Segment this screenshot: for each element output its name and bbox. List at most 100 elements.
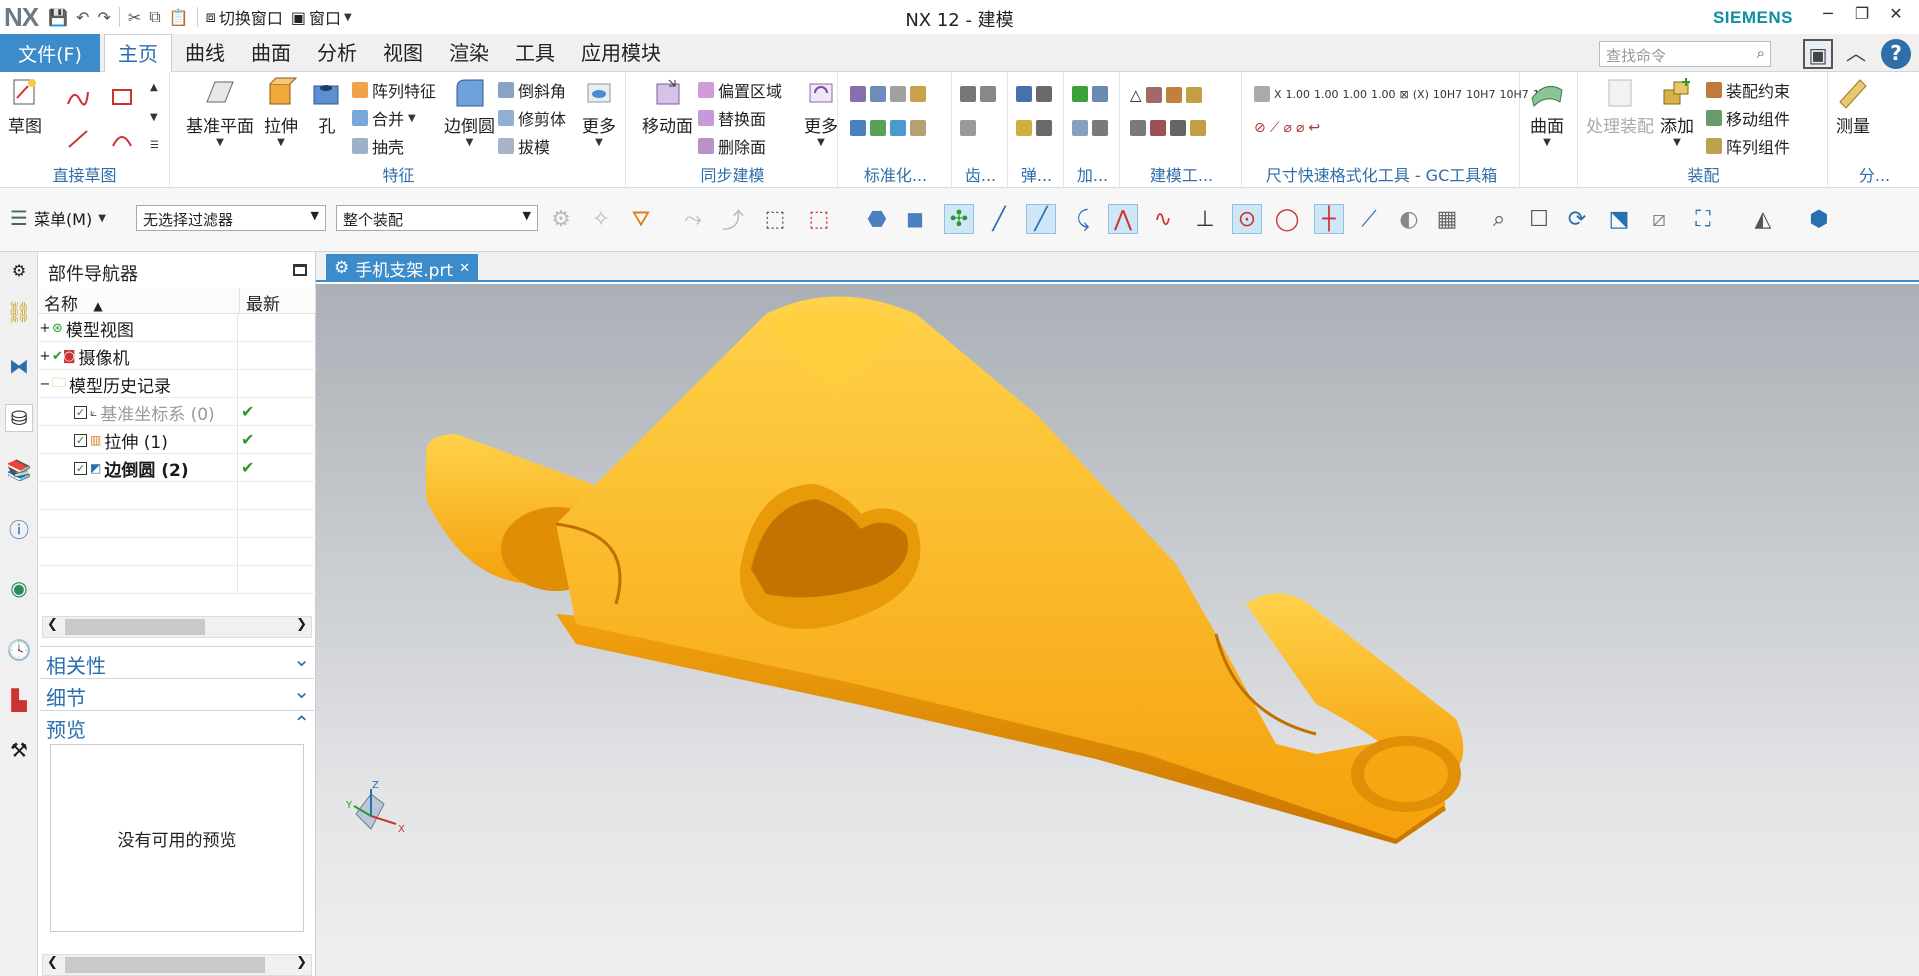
add-icon[interactable] (1072, 120, 1108, 136)
spring-icon[interactable] (1016, 86, 1052, 102)
redo-icon[interactable]: ↷ (97, 8, 110, 27)
settings-icon[interactable]: ⚙ (5, 256, 33, 284)
tab-home[interactable]: 主页 (104, 34, 172, 73)
view-cube-icon[interactable]: ⬢ (1804, 204, 1834, 234)
visibility-checkbox[interactable]: ✓ (74, 405, 87, 419)
tab-surface[interactable]: 曲面 (238, 34, 304, 72)
selection-scope-dropdown[interactable]: 整个装配 ▼ (336, 205, 538, 231)
sketch-button[interactable]: 草图 (8, 76, 42, 137)
add-icon[interactable] (1072, 86, 1108, 102)
feature-more-button[interactable]: 更多 ▼ (582, 76, 616, 148)
process-assembly-button[interactable]: 处理装配 (1586, 76, 1654, 137)
window-menu-button[interactable]: ▣ 窗口 ▼ (291, 5, 352, 29)
edge-blend-button[interactable]: 边倒圆 ▼ (444, 76, 495, 148)
select-icon[interactable]: ⚙ (546, 204, 576, 234)
tree-row-edge-blend[interactable]: ✓ ◩ 边倒圆 (2) ✔ (38, 454, 316, 482)
measure-button[interactable]: 测量 (1836, 76, 1870, 137)
fit-icon[interactable]: ⛶ (1688, 204, 1718, 234)
delete-face-button[interactable]: 删除面 (698, 134, 766, 158)
datum-plane-button[interactable]: 基准平面 ▼ (186, 76, 254, 148)
move-component-button[interactable]: 移动组件 (1706, 106, 1790, 130)
tree-row-extrude[interactable]: ✓ ▥ 拉伸 (1) ✔ (38, 426, 316, 454)
help-icon[interactable]: ? (1881, 39, 1911, 69)
tab-view[interactable]: 视图 (370, 34, 436, 72)
gear-icon[interactable] (960, 120, 976, 136)
feature-snap-icon[interactable]: ⤴ (718, 204, 748, 234)
gear-icon[interactable] (960, 86, 996, 102)
column-header-latest[interactable]: 最新 (240, 288, 316, 315)
expand-icon[interactable]: + (38, 321, 52, 336)
web-browser-icon[interactable]: ◉ (5, 574, 33, 602)
cut-icon[interactable]: ✂ (128, 8, 141, 27)
replace-face-button[interactable]: 替换面 (698, 106, 766, 130)
trim-body-button[interactable]: 修剪体 (498, 106, 566, 130)
box-select-icon[interactable]: ⬚ (760, 204, 790, 234)
close-icon[interactable]: ✕ (459, 261, 470, 276)
chevron-down-icon[interactable]: ▼ (150, 112, 158, 123)
rectangle-icon[interactable] (110, 86, 134, 108)
chevron-left-icon[interactable]: ❮ (47, 617, 58, 632)
copy-icon[interactable]: ⧉ (149, 7, 160, 27)
tab-analysis[interactable]: 分析 (304, 34, 370, 72)
ribbon-options-icon[interactable]: ☰ (150, 140, 159, 151)
paste-icon[interactable]: 📋 (169, 8, 189, 27)
phone-stand-model[interactable] (316, 284, 1919, 976)
standard-tools-icons[interactable] (850, 86, 926, 102)
rendering-style-icon[interactable]: ◭ (1748, 204, 1778, 234)
switch-window-button[interactable]: ⧈ 切换窗口 (206, 5, 283, 29)
sync-more-button[interactable]: 更多 ▼ (804, 76, 838, 148)
chevron-left-icon[interactable]: ❮ (47, 955, 58, 970)
orient-view-icon[interactable]: ⬔ (1604, 204, 1634, 234)
scrollbar-thumb[interactable] (65, 957, 265, 973)
navigator-hscrollbar[interactable]: ❮ ❯ (42, 616, 312, 638)
extrude-button[interactable]: 拉伸 ▼ (264, 76, 298, 148)
dependencies-section[interactable]: 相关性 ⌄ (40, 646, 314, 678)
hole-button[interactable]: 孔 (310, 76, 344, 137)
tab-tools[interactable]: 工具 (502, 34, 568, 72)
collapse-icon[interactable]: − (38, 377, 52, 392)
chevron-right-icon[interactable]: ❯ (296, 617, 307, 632)
tree-row-cameras[interactable]: + ✔ ◙ 摄像机 (38, 342, 316, 370)
standard-tools-icons-2[interactable] (850, 120, 926, 136)
dimension-tool-icons[interactable]: ⊘ ⟋ ⌀ ⌀ ↩ (1254, 120, 1320, 136)
save-icon[interactable]: 💾 (48, 8, 68, 27)
unite-button[interactable]: 合并 ▼ (352, 106, 416, 130)
collapse-ribbon-icon[interactable]: ︿ (1841, 39, 1871, 69)
restore-button[interactable]: ❐ (1849, 4, 1875, 23)
details-section[interactable]: 细节 ⌄ (40, 678, 314, 710)
visibility-checkbox[interactable]: ✓ (74, 433, 87, 447)
chamfer-button[interactable]: 倒斜角 (498, 78, 566, 102)
type-filter-dropdown[interactable]: 无选择过滤器 ▼ (136, 205, 326, 231)
zoom-icon[interactable]: ⌕ (1484, 204, 1514, 234)
section-icon[interactable]: ⧄ (1644, 204, 1674, 234)
tab-curve[interactable]: 曲线 (172, 34, 238, 72)
filter-icon[interactable]: ✧ (586, 204, 616, 234)
tab-applications[interactable]: 应用模块 (568, 34, 674, 72)
undo-icon[interactable]: ↶ (76, 8, 89, 27)
rectangle-select-icon[interactable]: ⬚ (804, 204, 834, 234)
document-tab[interactable]: ⚙ 手机支架.prt ✕ (326, 254, 479, 282)
pattern-feature-button[interactable]: 阵列特征 (352, 78, 436, 102)
tree-row-datum-csys[interactable]: ✓ ⟀ 基准坐标系 (0) ✔ (38, 398, 316, 426)
minimize-button[interactable]: ─ (1815, 4, 1841, 23)
palette-icon[interactable]: ▙ (5, 686, 33, 714)
line-icon[interactable] (66, 128, 90, 150)
arc-icon[interactable] (110, 128, 134, 150)
edge-icon[interactable]: ╱ (1026, 204, 1056, 234)
tree-row-model-views[interactable]: + ⊛ 模型视图 (38, 314, 316, 342)
assembly-constraint-button[interactable]: 装配约束 (1706, 78, 1790, 102)
close-button[interactable]: ✕ (1883, 4, 1909, 23)
part-icon[interactable]: ⬣ (862, 204, 892, 234)
spring-icon[interactable] (1016, 120, 1052, 136)
preview-hscrollbar[interactable]: ❮ ❯ (42, 954, 312, 976)
chevron-up-icon[interactable]: ▲ (150, 82, 158, 93)
intersection-icon[interactable]: ┼ (1314, 204, 1344, 234)
center-point-icon[interactable]: ⊙ (1232, 204, 1262, 234)
maximize-icon[interactable] (293, 264, 307, 276)
visibility-checkbox[interactable]: ✓ (74, 461, 87, 475)
history-icon[interactable]: 🕓 (5, 636, 33, 664)
scrollbar-thumb[interactable] (65, 619, 205, 635)
pan-icon[interactable]: ☐ (1524, 204, 1554, 234)
snap-icon[interactable]: ⤳ (678, 204, 708, 234)
tab-render[interactable]: 渲染 (436, 34, 502, 72)
